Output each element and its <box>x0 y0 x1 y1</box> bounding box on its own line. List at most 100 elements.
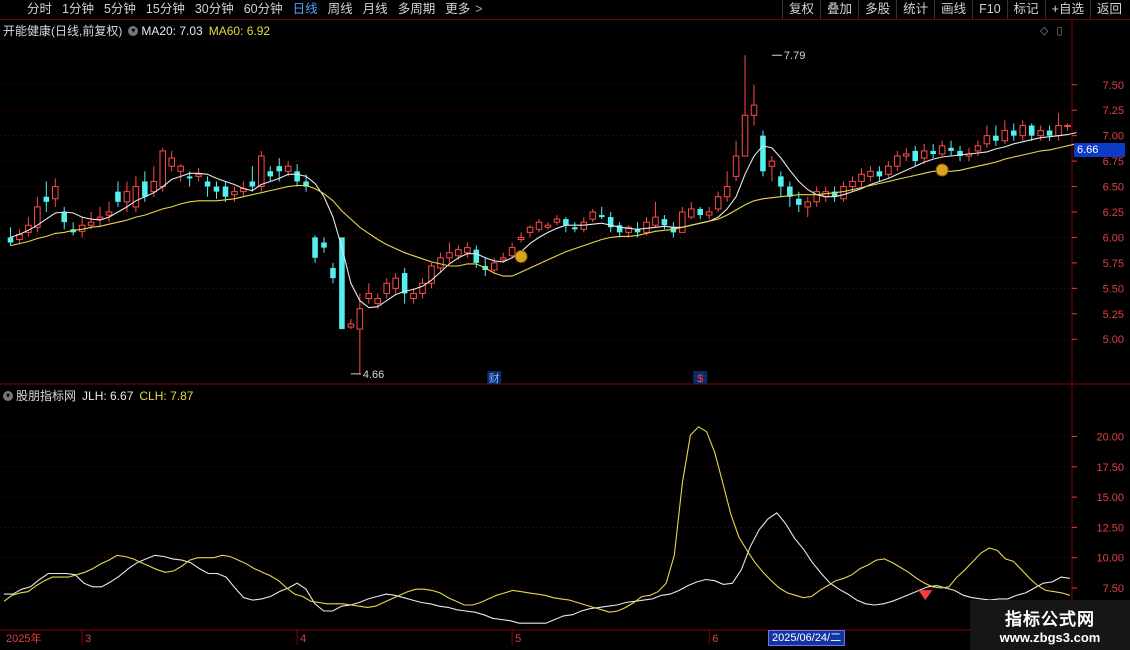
candle-body-up <box>840 186 847 200</box>
candle-body-up <box>705 211 713 216</box>
candle-body-up <box>374 298 382 305</box>
candle-body-down <box>321 242 327 248</box>
candle-body-up <box>983 135 991 145</box>
candle-body-down <box>778 176 784 187</box>
candle-body-down <box>473 249 480 263</box>
candle-body-up <box>849 180 856 188</box>
diamond-icon[interactable]: ◇ <box>1040 24 1048 37</box>
indicator-series-jlh <box>4 512 1071 624</box>
clh-label: CLH: 7.87 <box>139 388 194 403</box>
candle-body-up <box>1064 124 1071 127</box>
maximize-icon[interactable]: ▯ <box>1056 24 1062 37</box>
candle-body-down <box>948 147 954 151</box>
candle-body-down <box>697 208 704 216</box>
candle-body-down <box>760 135 766 172</box>
candle-body-down <box>1028 125 1035 136</box>
indicator-y-tick-label: 20.00 <box>1096 432 1124 444</box>
candle-body-up <box>723 186 731 198</box>
indicator-circle-icon[interactable]: ▾ <box>128 25 139 36</box>
main-y-tick-label: 6.00 <box>1103 232 1124 244</box>
candle-body-up <box>410 292 417 300</box>
candle-body-up <box>383 282 390 294</box>
candle-body-up <box>195 173 202 177</box>
candle-body-up <box>652 216 659 226</box>
main-y-tick-label: 6.25 <box>1103 207 1124 219</box>
main-y-tick-label: 5.25 <box>1103 309 1124 321</box>
current-price-tag: 6.66 <box>1074 143 1125 157</box>
candle-body-down <box>249 181 256 187</box>
candle-body-down <box>213 186 220 192</box>
indicator-y-tick-label: 15.00 <box>1096 492 1124 504</box>
candle-body-up <box>132 186 140 208</box>
candle-body-down <box>563 219 569 226</box>
candle-body-down <box>61 212 68 223</box>
candle-body-down <box>1046 130 1053 136</box>
candle-body-down <box>993 135 999 141</box>
candle-body-up <box>768 160 776 167</box>
jlh-label: JLH: 6.67 <box>82 388 134 403</box>
candle-body-up <box>535 221 543 230</box>
event-marker-label: 财 <box>489 371 500 385</box>
main-y-tick-label: 7.00 <box>1103 131 1124 143</box>
candle-body-down <box>1010 130 1017 136</box>
indicator-y-tick-label: 10.00 <box>1096 553 1124 565</box>
candle-body-down <box>572 227 578 230</box>
candle-body-up <box>885 165 892 175</box>
candle-body-down <box>276 166 282 172</box>
candle-body-down <box>912 150 919 162</box>
signal-marker-icon <box>918 590 933 601</box>
candle-body-down <box>796 198 802 205</box>
indicator-series-clh <box>3 426 1071 613</box>
candle-body-up <box>741 114 749 157</box>
candle-body-down <box>115 191 121 202</box>
candle-body-up <box>150 180 158 193</box>
x-month-label: 3 <box>85 633 91 645</box>
watermark-title: 指标公式网 <box>1005 610 1095 629</box>
candle-body-up <box>589 211 597 220</box>
candle-body-up <box>920 150 928 159</box>
candle-body-up <box>464 247 471 254</box>
candle-body-up <box>1001 130 1009 142</box>
indicator-y-tick-label: 7.50 <box>1103 583 1124 595</box>
x-month-label: 5 <box>515 633 521 645</box>
event-marker-label: $ <box>697 373 703 385</box>
candle-body-up <box>679 211 686 233</box>
candle-body-up <box>177 165 184 172</box>
candle-body-down <box>7 237 14 243</box>
candle-body-up <box>455 249 462 257</box>
x-month-label: 6 <box>712 633 718 645</box>
candle-body-up <box>258 155 265 188</box>
main-y-tick-label: 6.50 <box>1103 182 1124 194</box>
ma20-label: MA20: 7.03 <box>141 23 203 38</box>
candle-body-up <box>1055 124 1062 137</box>
x-month-label: 2025年 <box>6 631 41 645</box>
candle-body-up <box>714 196 722 210</box>
candle-body-up <box>392 277 399 289</box>
stock-chart: 5.00 5.25 5.50 5.75 6.00 6.25 6.50 6.75 7.00 7.25… <box>0 20 1130 650</box>
candle-body-up <box>105 211 113 216</box>
candle-body-down <box>43 196 50 202</box>
candle-body-down <box>312 237 318 258</box>
candle-body-down <box>339 237 345 330</box>
candle-body-up <box>938 145 946 155</box>
candle-body-up <box>1037 130 1044 137</box>
candle-body-down <box>401 273 408 294</box>
candle-body-down <box>294 171 300 182</box>
candle-body-up <box>87 221 95 226</box>
candle-body-up <box>490 262 498 271</box>
main-y-tick-label: 7.50 <box>1103 80 1124 92</box>
indicator-circle-icon[interactable]: ▾ <box>3 390 13 401</box>
money-bag-icon <box>935 163 949 177</box>
candle-body-up <box>974 145 982 152</box>
x-month-label: 4 <box>300 633 306 645</box>
candle-body-up <box>688 208 695 218</box>
main-y-tick-label: 5.75 <box>1103 258 1124 270</box>
candle-body-up <box>553 218 561 223</box>
indicator-legend: ▾ 股朋指标网 JLH: 6.67 CLH: 7.87 <box>3 387 199 404</box>
main-legend: 开能健康(日线,前复权) ▾ MA20: 7.03 MA60: 6.92 <box>3 22 276 39</box>
indicator-title: 股朋指标网 <box>16 389 77 403</box>
candle-body-up <box>732 155 740 177</box>
candle-body-up <box>903 153 910 157</box>
candle-body-up <box>51 186 59 200</box>
candle-body-up <box>858 173 865 182</box>
